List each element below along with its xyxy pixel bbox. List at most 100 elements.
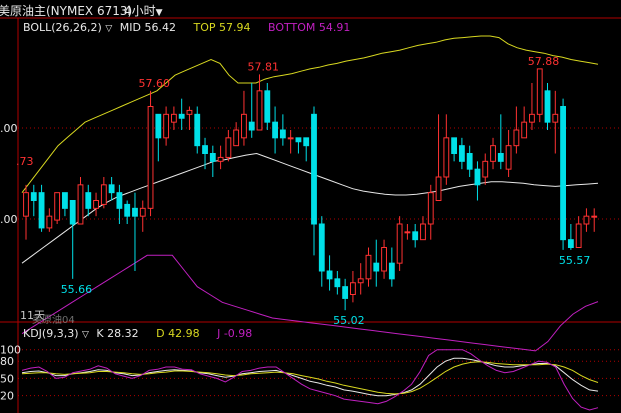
candle-body-down [497, 153, 504, 162]
candle-body-down [194, 113, 201, 147]
chart-canvas: .00.00100805020 57.6057.81 57.8855.6655.0… [0, 17, 621, 413]
candle-body-down [209, 153, 216, 162]
candle-body-up [490, 145, 496, 162]
instrument-title: 美原油主(NYMEX 6713) [0, 4, 133, 18]
candle-body-up [287, 137, 294, 140]
price-annotation: 57.60 [139, 77, 171, 90]
candle-body-up [217, 156, 224, 162]
candle-body-down [85, 192, 92, 209]
price-annotation: 57.88 [528, 55, 560, 68]
candle-body-down [567, 239, 574, 249]
candle-body-down [388, 262, 395, 280]
y-tick-label: 80 [0, 355, 14, 368]
candle-body-up [482, 160, 489, 178]
watermark-text-2: 美原油04 [32, 315, 75, 326]
candle-body-down [544, 90, 551, 123]
candle-body-up [23, 192, 29, 217]
candle-body-up [365, 254, 372, 280]
price-annotation: 55.02 [333, 314, 365, 327]
candle-body-down [303, 137, 310, 147]
candle-body-down [295, 137, 302, 143]
boll-mid-line [21, 152, 599, 264]
candle-body-down [132, 207, 138, 217]
candle-body-up [163, 113, 170, 139]
kdj-indicator-name[interactable]: KDJ(9,3,3) [23, 327, 79, 340]
boll-top-line [21, 35, 599, 194]
candle-body-down [108, 184, 115, 194]
candle-body-down [248, 121, 255, 131]
candle-body-up [186, 109, 193, 115]
candle-body-up [505, 145, 512, 170]
candle-body-down [412, 231, 419, 241]
boll-legend: BOLL(26,26,2) ▽ MID 56.42 TOP 57.94 BOTT… [23, 21, 350, 34]
candle-body-down [451, 137, 458, 154]
candle-body-up [93, 200, 99, 209]
candle-body-up [536, 68, 543, 115]
grid-lines: .00.00100805020 [0, 17, 621, 413]
candle-body-down [466, 153, 473, 170]
candle-body-up [357, 278, 364, 284]
main-price-panel: 57.60 57.81 57.88 55.66 55.02 55.57 .73 [16, 35, 599, 352]
candle-body-down [326, 270, 333, 280]
candle-body-up [396, 223, 403, 264]
candle-body-up [77, 184, 84, 225]
candle-body-up [575, 223, 582, 248]
boll-bottom-value: BOTTOM 54.91 [267, 21, 351, 34]
candle-body-down [272, 121, 278, 139]
kdj-d-value: D 42.98 [156, 327, 200, 340]
candle-body-up [256, 90, 263, 131]
candle-body-up [427, 192, 434, 225]
candle-body-up [147, 106, 154, 209]
candle-body-up [420, 223, 426, 241]
price-annotation: 55.66 [61, 283, 92, 296]
kdj-settings-arrow-icon[interactable]: ▽ [82, 330, 89, 340]
candle-body-up [583, 215, 590, 225]
kdj-k-value: K 28.32 [96, 327, 139, 340]
candle-body-up [241, 113, 247, 139]
candle-body-up [529, 113, 535, 123]
candle-body-down [62, 192, 68, 209]
boll-indicator-name[interactable]: BOLL(26,26,2) [23, 21, 102, 34]
candle-body-down [38, 192, 45, 229]
period-label: 4小时 [124, 4, 156, 18]
kdj-j-value: J -0.98 [217, 327, 253, 340]
candle-body-down [342, 286, 349, 299]
candle-body-down [155, 113, 162, 139]
candle-body-up [513, 129, 520, 147]
chevron-down-icon: ▼ [155, 8, 163, 18]
y-tick-label: 50 [0, 372, 14, 385]
candle-body-down [124, 203, 131, 217]
candle-body-up [46, 215, 53, 229]
kdj-legend: KDJ(9,3,3) ▽ K 28.32 D 42.98 J -0.98 [23, 327, 252, 340]
candle-body-down [69, 200, 76, 225]
candle-body-up [521, 121, 528, 139]
candle-body-down [30, 192, 37, 202]
candle-body-up [350, 282, 356, 295]
candle-body-up [404, 231, 411, 234]
kdj-j-line [21, 349, 599, 411]
candle-body-down [264, 90, 271, 123]
boll-top-value: TOP 57.94 [193, 21, 251, 34]
candle-body-up [170, 113, 177, 123]
candle-body-up [233, 129, 240, 147]
candle-body-up [443, 137, 450, 178]
candle-body-up [435, 176, 442, 201]
candle-body-down [116, 192, 123, 209]
price-annotation: 57.81 [248, 60, 280, 73]
kdj-panel [21, 349, 599, 411]
candle-body-down [560, 106, 566, 241]
candle-body-down [202, 145, 208, 155]
candle-body-down [458, 145, 465, 162]
y-tick-label: 20 [0, 390, 14, 403]
boll-settings-arrow-icon[interactable]: ▽ [105, 24, 112, 34]
price-annotation: .73 [16, 155, 34, 168]
y-tick-label: .00 [0, 122, 18, 135]
candle-body-down [373, 262, 380, 272]
period-selector[interactable]: 4小时▼ [124, 2, 163, 19]
candle-body-down [318, 223, 325, 272]
candle-body-up [591, 215, 598, 218]
candle-body-up [381, 247, 387, 272]
candle-body-up [552, 113, 559, 123]
candle-body-down [178, 113, 185, 119]
price-annotation: 55.57 [559, 254, 591, 267]
